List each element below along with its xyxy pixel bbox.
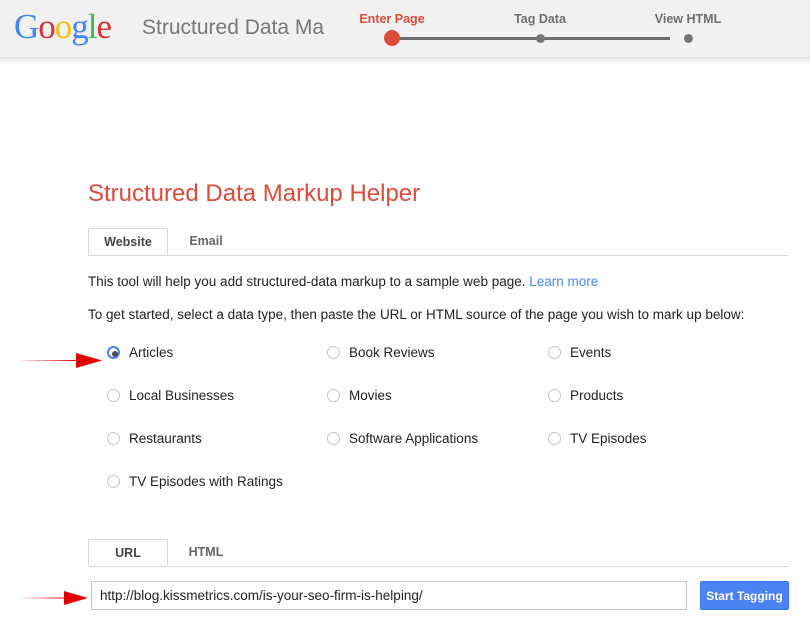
stepper-dot-view-html	[684, 34, 693, 43]
stepper-step-enter-page-label: Enter Page	[359, 12, 424, 26]
radio-icon-book-reviews	[327, 346, 340, 359]
stepper-dot-enter-page	[384, 30, 400, 46]
url-input[interactable]	[91, 581, 687, 610]
data-type-radio-group: Articles Book Reviews Events Local Busin…	[0, 344, 810, 504]
tab-website[interactable]: Website	[88, 228, 168, 255]
instruction-paragraph: To get started, select a data type, then…	[88, 307, 744, 322]
logo-letter-o1: o	[38, 7, 55, 46]
source-tab-bar: URL HTML	[88, 539, 788, 567]
intro-paragraph: This tool will help you add structured-d…	[88, 274, 598, 289]
stepper-step-view-html-label: View HTML	[655, 12, 721, 26]
radio-label-tv-episodes-with-ratings: TV Episodes with Ratings	[129, 473, 283, 491]
radio-label-software-applications: Software Applications	[349, 430, 478, 448]
radio-label-products: Products	[570, 387, 623, 405]
intro-text: This tool will help you add structured-d…	[88, 274, 525, 289]
tab-html[interactable]: HTML	[176, 539, 236, 566]
radio-label-restaurants: Restaurants	[129, 430, 202, 448]
tab-website-label: Website	[104, 235, 152, 249]
logo-letter-g2: g	[71, 7, 88, 46]
radio-icon-tv-episodes	[548, 432, 561, 445]
radio-icon-products	[548, 389, 561, 402]
tab-email-label: Email	[189, 234, 222, 248]
logo-letter-e: e	[97, 7, 112, 46]
app-header: Google Structured Data Ma Enter Page Tag…	[0, 0, 810, 58]
start-tagging-button[interactable]: Start Tagging	[700, 581, 789, 610]
logo-letter-g1: G	[14, 7, 38, 46]
radio-label-local-businesses: Local Businesses	[129, 387, 234, 405]
tab-url[interactable]: URL	[88, 539, 168, 566]
tab-email[interactable]: Email	[176, 228, 236, 255]
radio-label-book-reviews: Book Reviews	[349, 344, 435, 362]
page-title: Structured Data Markup Helper	[88, 180, 420, 208]
radio-icon-software-applications	[327, 432, 340, 445]
tab-html-label: HTML	[189, 545, 224, 559]
progress-stepper: Enter Page Tag Data View HTML	[380, 12, 700, 50]
radio-label-articles: Articles	[129, 344, 173, 362]
mode-tab-bar: Website Email	[88, 228, 788, 256]
radio-icon-events	[548, 346, 561, 359]
learn-more-link[interactable]: Learn more	[529, 274, 598, 289]
radio-icon-local-businesses	[107, 389, 120, 402]
tab-url-label: URL	[115, 546, 141, 560]
stepper-dot-tag-data	[536, 34, 545, 43]
stepper-track	[390, 37, 670, 40]
logo-letter-o2: o	[55, 7, 72, 46]
radio-label-tv-episodes: TV Episodes	[570, 430, 647, 448]
radio-icon-articles	[107, 346, 120, 359]
radio-icon-tv-episodes-with-ratings	[107, 475, 120, 488]
arrow-to-url-input	[14, 584, 92, 612]
app-title: Structured Data Ma	[142, 16, 324, 40]
radio-icon-movies	[327, 389, 340, 402]
radio-label-movies: Movies	[349, 387, 392, 405]
stepper-step-tag-data-label: Tag Data	[514, 12, 566, 26]
radio-icon-restaurants	[107, 432, 120, 445]
google-logo[interactable]: Google	[14, 7, 111, 47]
logo-letter-l: l	[88, 7, 97, 46]
radio-label-events: Events	[570, 344, 611, 362]
